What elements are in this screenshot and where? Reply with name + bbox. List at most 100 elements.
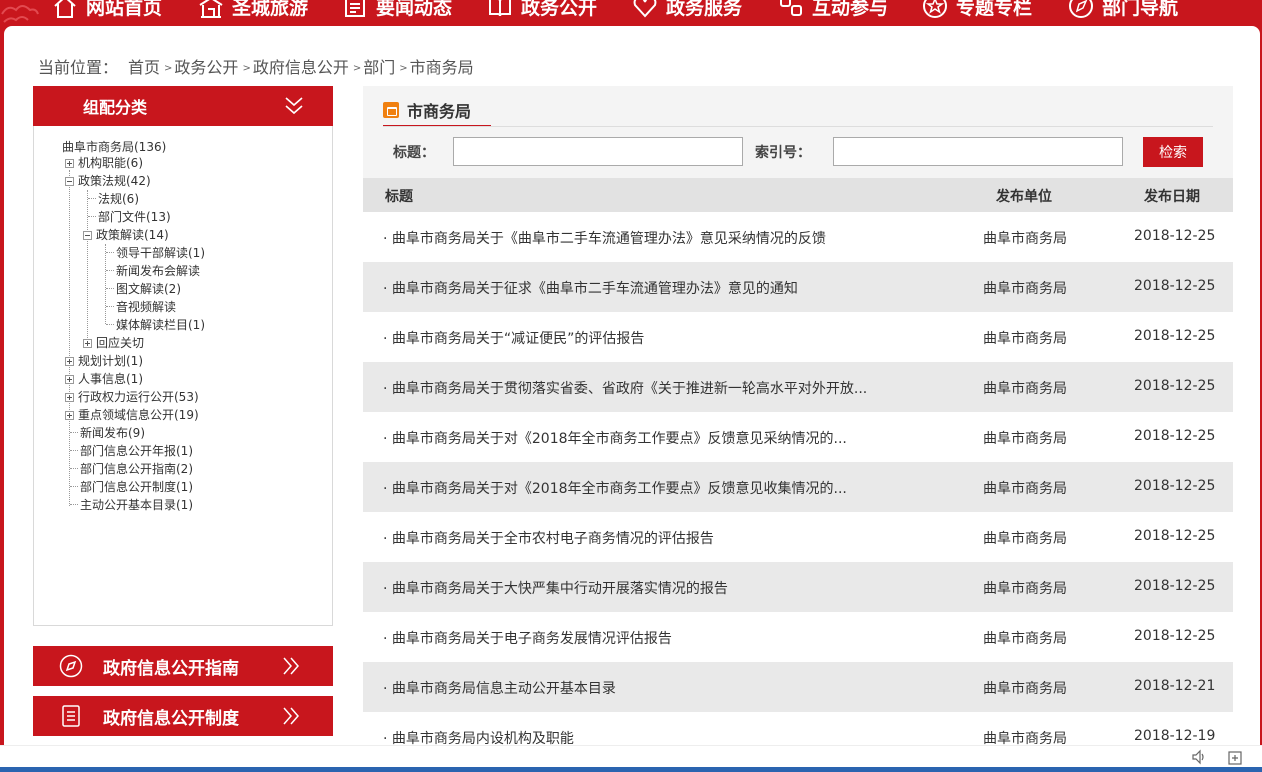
disclosure-system-button[interactable]: 政府信息公开制度	[33, 696, 333, 736]
table-row[interactable]: · 曲阜市商务局关于贯彻落实省委、省政府《关于推进新一轮高水平对外开放... 曲…	[363, 362, 1233, 412]
table-row[interactable]: · 曲阜市商务局关于征求《曲阜市二手车流通管理办法》意见的通知 曲阜市商务局 2…	[363, 262, 1233, 312]
breadcrumb-gov-affairs[interactable]: 政务公开	[174, 54, 238, 78]
table-row[interactable]: · 曲阜市商务局关于“减证便民”的评估报告 曲阜市商务局 2018-12-25	[363, 312, 1233, 362]
row-title-link[interactable]: · 曲阜市商务局关于贯彻落实省委、省政府《关于推进新一轮高水平对外开放...	[383, 378, 943, 398]
row-title-link[interactable]: · 曲阜市商务局关于全市农村电子商务情况的评估报告	[383, 528, 943, 548]
row-title-link[interactable]: · 曲阜市商务局关于对《2018年全市商务工作要点》反馈意见采纳情况的...	[383, 428, 943, 448]
tree-node-news-release[interactable]: 新闻发布(9)	[80, 425, 145, 441]
breadcrumb-prefix: 当前位置：	[38, 58, 119, 77]
tree-connector	[70, 432, 78, 433]
row-date: 2018-12-21	[1134, 678, 1216, 694]
nav-item-label: 互动参与	[812, 0, 889, 19]
expand-icon[interactable]	[65, 356, 74, 366]
breadcrumb-home[interactable]: 首页	[128, 54, 160, 78]
tree-node-response[interactable]: 回应关切	[83, 335, 144, 351]
tree-node-graphic-interpretation[interactable]: 图文解读(2)	[116, 281, 181, 297]
nav-item-special[interactable]: 专题专栏	[922, 0, 1032, 22]
tree-node-annual-report[interactable]: 部门信息公开年报(1)	[80, 443, 193, 459]
book-icon	[489, 0, 511, 17]
tree-node-label: 媒体解读栏目(1)	[116, 318, 205, 332]
tree-node-org-functions[interactable]: 机构职能(6)	[65, 155, 143, 171]
nav-item-home[interactable]: 网站首页	[52, 0, 162, 22]
tree-node-root[interactable]: 曲阜市商务局(136)	[62, 139, 166, 155]
table-row[interactable]: · 曲阜市商务局关于大快严集中行动开展落实情况的报告 曲阜市商务局 2018-1…	[363, 562, 1233, 612]
index-search-input[interactable]	[833, 137, 1123, 166]
column-header-unit: 发布单位	[996, 189, 1052, 205]
tree-connector	[70, 450, 78, 451]
disclosure-guide-button[interactable]: 政府信息公开指南	[33, 646, 333, 686]
table-row[interactable]: · 曲阜市商务局信息主动公开基本目录 曲阜市商务局 2018-12-21	[363, 662, 1233, 712]
add-tab-icon[interactable]	[1226, 748, 1244, 766]
star-icon	[923, 0, 947, 18]
tree-node-disclosure-guide[interactable]: 部门信息公开指南(2)	[80, 461, 193, 477]
tree-node-policy-interpretation[interactable]: 政策解读(14)	[83, 227, 169, 243]
tree-node-leader-interpretation[interactable]: 领导干部解读(1)	[116, 245, 205, 261]
row-title-link[interactable]: · 曲阜市商务局关于电子商务发展情况评估报告	[383, 628, 943, 648]
search-button[interactable]: 检索	[1143, 137, 1203, 167]
breadcrumb-separator: >	[352, 62, 362, 74]
table-row[interactable]: · 曲阜市商务局关于对《2018年全市商务工作要点》反馈意见采纳情况的... 曲…	[363, 412, 1233, 462]
tree-node-regulations[interactable]: 法规(6)	[98, 191, 139, 207]
tree-node-video-interpretation[interactable]: 音视频解读	[116, 299, 176, 315]
sidebar-header[interactable]: 组配分类	[33, 86, 333, 126]
tree-connector	[106, 324, 114, 325]
expand-icon[interactable]	[83, 338, 92, 348]
tree-node-admin-power[interactable]: 行政权力运行公开(53)	[65, 389, 199, 405]
row-date: 2018-12-25	[1134, 378, 1216, 394]
tree-connector	[70, 486, 78, 487]
expand-icon[interactable]	[65, 392, 74, 402]
expand-icon[interactable]	[65, 410, 74, 420]
tree-node-catalog[interactable]: 主动公开基本目录(1)	[80, 497, 193, 513]
double-chevron-down-icon	[285, 97, 303, 115]
tree-node-label: 重点领域信息公开(19)	[78, 408, 199, 422]
tree-connector	[88, 216, 96, 217]
nav-item-gov-affairs[interactable]: 政务公开	[487, 0, 597, 22]
nav-item-label: 政务公开	[521, 0, 598, 19]
compass-icon	[59, 654, 83, 678]
tree-node-label: 曲阜市商务局(136)	[62, 140, 167, 154]
row-title-link[interactable]: · 曲阜市商务局信息主动公开基本目录	[383, 678, 943, 698]
title-search-input[interactable]	[453, 137, 743, 166]
tree-node-planning[interactable]: 规划计划(1)	[65, 353, 143, 369]
content-title: 市商务局	[383, 95, 492, 127]
nav-item-interaction[interactable]: 互动参与	[778, 0, 888, 22]
nav-item-gov-service[interactable]: 政务服务	[632, 0, 742, 22]
tree-node-disclosure-system[interactable]: 部门信息公开制度(1)	[80, 479, 193, 495]
tree-node-dept-docs[interactable]: 部门文件(13)	[98, 209, 171, 225]
breadcrumb-current[interactable]: 市商务局	[410, 54, 474, 78]
row-title-link[interactable]: · 曲阜市商务局关于对《2018年全市商务工作要点》反馈意见收集情况的...	[383, 478, 943, 498]
row-date: 2018-12-25	[1134, 228, 1216, 244]
row-title-link[interactable]: · 曲阜市商务局关于“减证便民”的评估报告	[383, 328, 943, 348]
breadcrumb-gov-info[interactable]: 政府信息公开	[253, 54, 349, 78]
document-icon	[62, 705, 80, 727]
table-header: 标题 发布单位 发布日期	[363, 178, 1233, 212]
nav-item-news[interactable]: 要闻动态	[342, 0, 452, 22]
row-title-link[interactable]: · 曲阜市商务局关于大快严集中行动开展落实情况的报告	[383, 578, 943, 598]
tree-node-personnel[interactable]: 人事信息(1)	[65, 371, 143, 387]
row-title-link[interactable]: · 曲阜市商务局关于征求《曲阜市二手车流通管理办法》意见的通知	[383, 278, 943, 298]
speaker-icon[interactable]	[1190, 748, 1208, 766]
expand-icon[interactable]	[65, 158, 74, 168]
tree-node-label: 法规(6)	[98, 192, 139, 206]
tree-connector	[88, 198, 96, 199]
tree-node-label: 音视频解读	[116, 300, 177, 314]
table-row[interactable]: · 曲阜市商务局关于对《2018年全市商务工作要点》反馈意见收集情况的... 曲…	[363, 462, 1233, 512]
expand-icon[interactable]	[65, 374, 74, 384]
tree-node-policies[interactable]: 政策法规(42)	[65, 173, 151, 189]
row-date: 2018-12-25	[1134, 578, 1216, 594]
sidebar-header-title: 组配分类	[83, 98, 148, 117]
table-row[interactable]: · 曲阜市商务局关于电子商务发展情况评估报告 曲阜市商务局 2018-12-25	[363, 612, 1233, 662]
breadcrumb: 当前位置： 首页 > 政务公开 > 政府信息公开 > 部门 > 市商务局	[38, 54, 474, 78]
table-row[interactable]: · 曲阜市商务局关于全市农村电子商务情况的评估报告 曲阜市商务局 2018-12…	[363, 512, 1233, 562]
nav-item-tourism[interactable]: 圣城旅游	[198, 0, 308, 22]
disclosure-system-label: 政府信息公开制度	[103, 708, 239, 729]
collapse-icon[interactable]	[83, 230, 92, 240]
collapse-icon[interactable]	[65, 176, 74, 186]
tree-node-key-areas[interactable]: 重点领域信息公开(19)	[65, 407, 199, 423]
breadcrumb-dept[interactable]: 部门	[363, 54, 395, 78]
table-row[interactable]: · 曲阜市商务局关于《曲阜市二手车流通管理办法》意见采纳情况的反馈 曲阜市商务局…	[363, 212, 1233, 262]
tree-node-media-interpretation[interactable]: 媒体解读栏目(1)	[116, 317, 205, 333]
nav-item-dept-nav[interactable]: 部门导航	[1068, 0, 1178, 22]
row-title-link[interactable]: · 曲阜市商务局关于《曲阜市二手车流通管理办法》意见采纳情况的反馈	[383, 228, 943, 248]
tree-node-press-interpretation[interactable]: 新闻发布会解读	[116, 263, 200, 279]
